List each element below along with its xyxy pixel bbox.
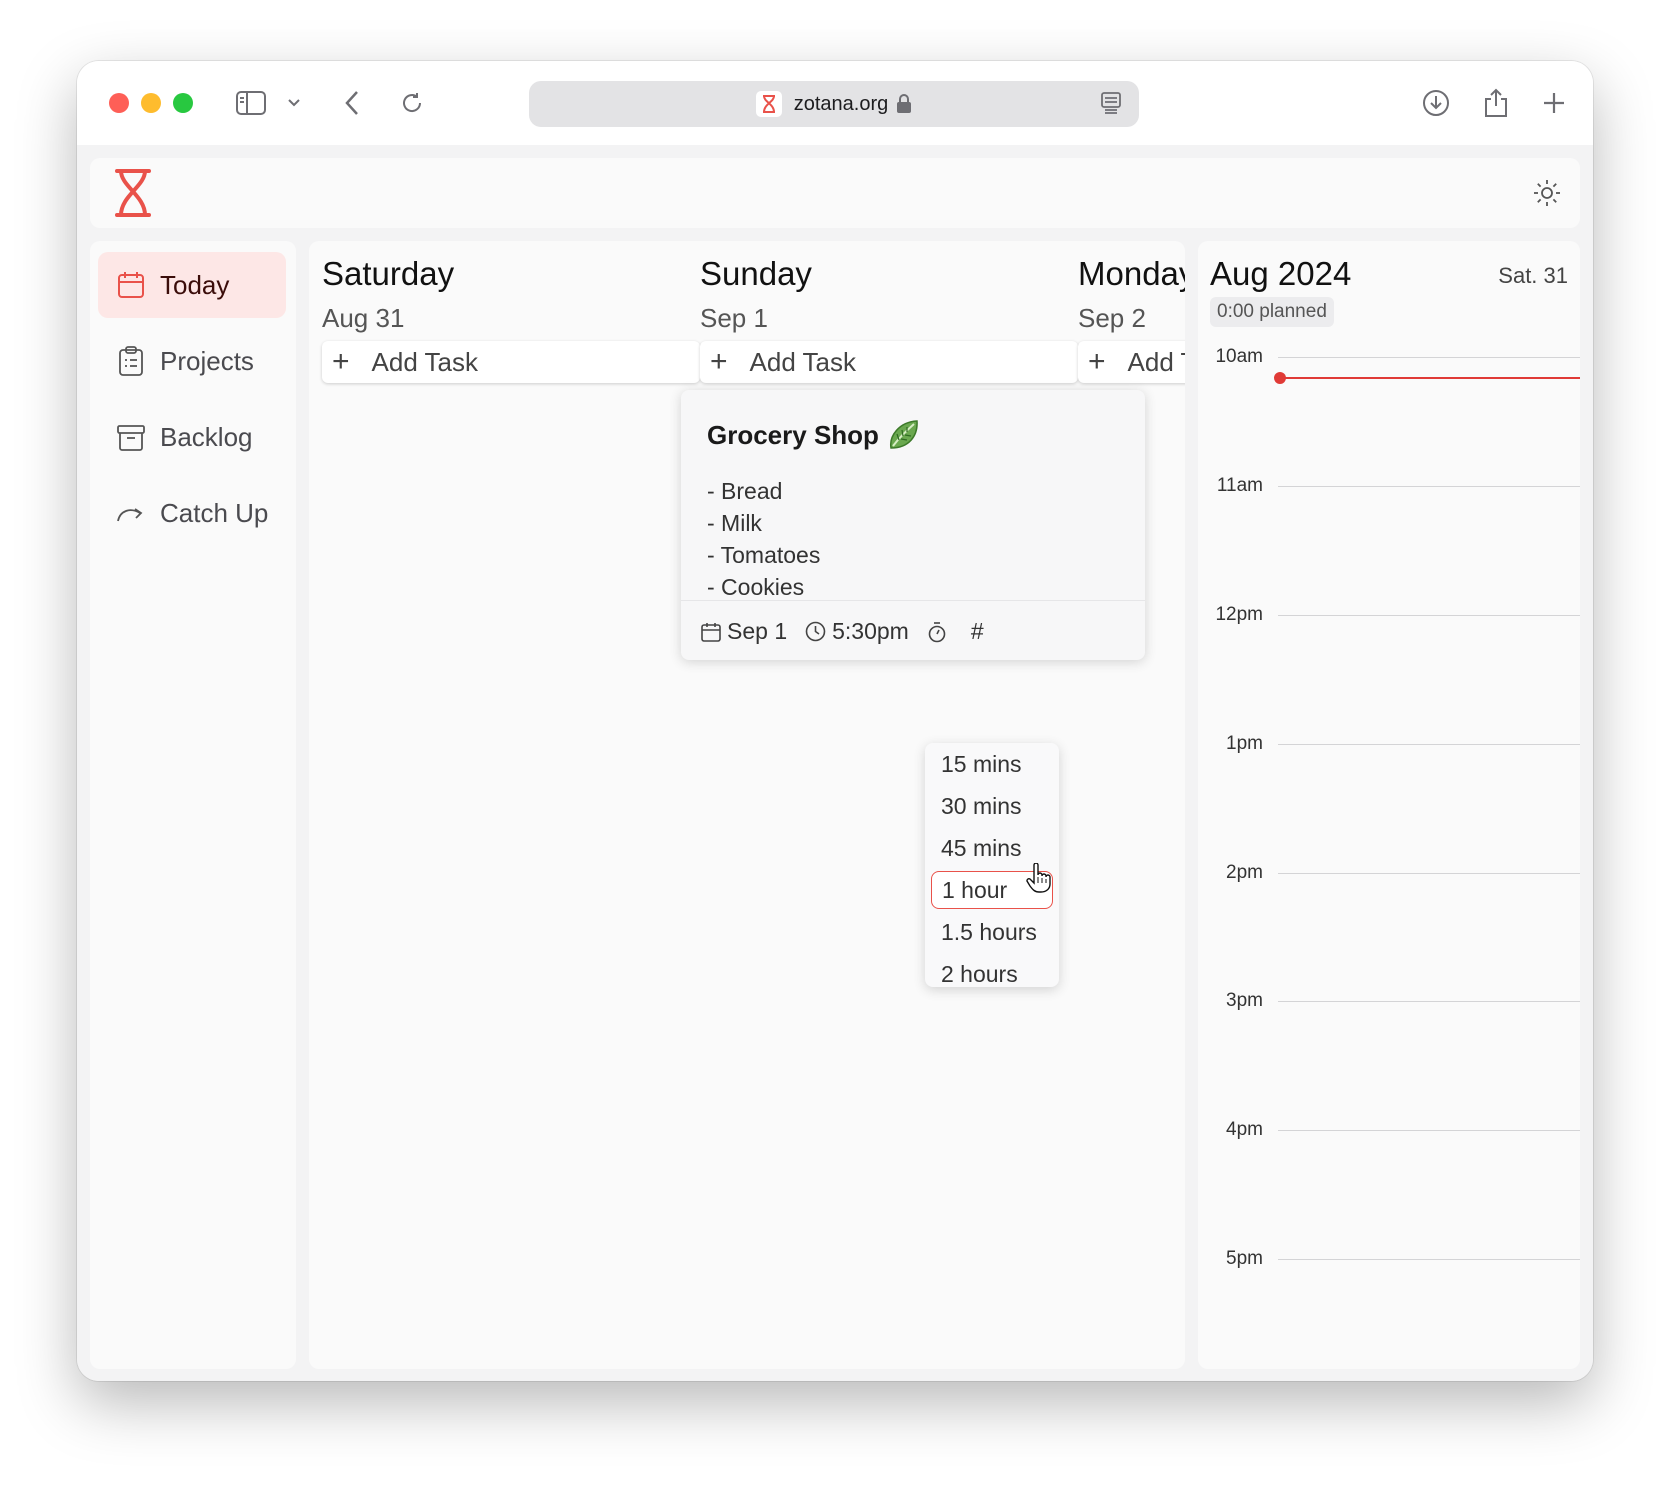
hour-row[interactable]: 11am xyxy=(1198,475,1580,497)
stopwatch-icon xyxy=(928,621,946,642)
plus-icon: + xyxy=(332,345,350,378)
sidebar-item-today[interactable]: Today xyxy=(98,252,286,318)
sidebar: Today Projects Backlog Catch Up xyxy=(90,241,296,1369)
leafy-green-icon xyxy=(887,418,921,452)
hand-pointer-cursor-icon xyxy=(1026,862,1052,898)
calendar-month: Aug 2024 xyxy=(1210,255,1352,292)
task-card[interactable]: Grocery Shop - Bread - Milk - Tomatoes -… xyxy=(681,390,1145,660)
close-window-button[interactable] xyxy=(109,93,129,113)
task-meta-bar: Sep 1 5:30pm # xyxy=(701,618,1002,645)
hour-row[interactable]: 12pm xyxy=(1198,604,1580,626)
current-time-line xyxy=(1280,377,1580,379)
archive-icon xyxy=(116,422,146,452)
back-icon[interactable] xyxy=(337,83,367,123)
clipboard-icon xyxy=(116,346,146,376)
hour-row[interactable]: 5pm xyxy=(1198,1248,1580,1270)
day-date: Sep 1 xyxy=(700,303,768,333)
zotana-logo-icon[interactable] xyxy=(114,168,152,223)
hash-icon: # xyxy=(970,618,984,644)
address-bar[interactable]: zotana.org xyxy=(529,81,1139,127)
note-line: - Milk xyxy=(707,510,762,536)
duration-button[interactable] xyxy=(927,621,953,643)
app-header xyxy=(90,158,1580,228)
clock-icon xyxy=(805,621,826,642)
redo-arrow-icon xyxy=(116,498,146,528)
plus-icon: + xyxy=(1088,345,1106,378)
task-time: 5:30pm xyxy=(832,618,909,644)
current-time-dot xyxy=(1274,372,1286,384)
sidebar-item-label: Projects xyxy=(160,345,254,376)
sidebar-item-label: Backlog xyxy=(160,421,253,452)
task-title[interactable]: Grocery Shop xyxy=(707,418,921,452)
hour-row[interactable]: 10am xyxy=(1198,346,1580,368)
day-name: Monday xyxy=(1078,255,1185,292)
planned-badge: 0:00 planned xyxy=(1210,297,1334,327)
task-date-button[interactable]: Sep 1 xyxy=(701,618,787,645)
hour-label: 12pm xyxy=(1215,604,1263,625)
hour-row[interactable]: 1pm xyxy=(1198,733,1580,755)
add-task-label: Add Task xyxy=(1127,346,1185,377)
duration-option[interactable]: 30 mins xyxy=(931,787,1053,825)
lock-icon xyxy=(896,94,912,114)
hour-label: 2pm xyxy=(1226,862,1263,883)
reload-icon[interactable] xyxy=(397,83,427,123)
calendar-day: Sat. 31 xyxy=(1498,263,1568,288)
add-task-label: Add Task xyxy=(371,346,479,377)
sidebar-item-label: Catch Up xyxy=(160,497,269,528)
hour-label: 11am xyxy=(1216,475,1263,496)
reader-view-icon[interactable] xyxy=(1101,92,1121,119)
calendar-icon xyxy=(701,622,721,642)
duration-option[interactable]: 2 hours xyxy=(931,955,1053,987)
duration-option[interactable]: 1.5 hours xyxy=(931,913,1053,951)
sidebar-item-backlog[interactable]: Backlog xyxy=(98,404,286,470)
browser-window: zotana.org Today Projects Backlog Catch … xyxy=(77,61,1593,1381)
site-favicon xyxy=(755,91,782,117)
add-task-button[interactable]: + Add Task xyxy=(322,341,700,383)
browser-toolbar: zotana.org xyxy=(77,61,1593,145)
note-line: - Bread xyxy=(707,478,783,504)
day-name: Saturday xyxy=(322,255,455,292)
new-tab-icon[interactable] xyxy=(1537,83,1571,123)
hour-label: 1pm xyxy=(1226,733,1263,754)
duration-option[interactable]: 15 mins xyxy=(931,745,1053,783)
divider xyxy=(681,600,1145,601)
hour-label: 4pm xyxy=(1226,1119,1263,1140)
task-notes[interactable]: - Bread - Milk - Tomatoes - Cookies xyxy=(707,475,820,603)
sidebar-item-catch-up[interactable]: Catch Up xyxy=(98,480,286,546)
note-line: - Tomatoes xyxy=(707,542,821,568)
calendar-icon xyxy=(116,270,146,300)
task-title-text: Grocery Shop xyxy=(707,419,879,450)
tag-button[interactable]: # xyxy=(971,618,984,645)
duration-option[interactable]: 45 mins xyxy=(931,829,1053,867)
add-task-button[interactable]: + Add Task xyxy=(1078,341,1185,383)
hour-label: 10am xyxy=(1215,346,1263,367)
hour-label: 3pm xyxy=(1226,990,1263,1011)
task-date: Sep 1 xyxy=(727,618,788,644)
hour-row[interactable]: 3pm xyxy=(1198,990,1580,1012)
day-date: Aug 31 xyxy=(322,303,405,333)
add-task-label: Add Task xyxy=(749,346,857,377)
task-time-button[interactable]: 5:30pm xyxy=(805,618,909,645)
hour-label: 5pm xyxy=(1226,1248,1263,1269)
day-date: Sep 2 xyxy=(1078,303,1146,333)
plus-icon: + xyxy=(710,345,728,378)
zoom-window-button[interactable] xyxy=(173,93,193,113)
sun-icon[interactable] xyxy=(1532,178,1562,213)
share-icon[interactable] xyxy=(1479,83,1513,123)
sidebar-item-label: Today xyxy=(160,269,230,300)
hour-row[interactable]: 4pm xyxy=(1198,1119,1580,1141)
day-column: Saturday Aug 31 + Add Task xyxy=(309,241,700,1369)
calendar-panel: Aug 2024 Sat. 31 0:00 planned 10am 11am … xyxy=(1198,241,1580,1369)
chevron-down-icon[interactable] xyxy=(283,83,305,123)
download-icon[interactable] xyxy=(1419,83,1453,123)
note-line: - Cookies xyxy=(707,574,805,600)
sidebar-item-projects[interactable]: Projects xyxy=(98,328,286,394)
sidebar-toggle-icon[interactable] xyxy=(233,83,269,123)
app-body: Today Projects Backlog Catch Up Saturday… xyxy=(77,145,1593,1381)
hour-row[interactable]: 2pm xyxy=(1198,862,1580,884)
day-name: Sunday xyxy=(700,255,812,292)
minimize-window-button[interactable] xyxy=(141,93,161,113)
add-task-button[interactable]: + Add Task xyxy=(700,341,1078,383)
url-text: zotana.org xyxy=(793,92,889,115)
